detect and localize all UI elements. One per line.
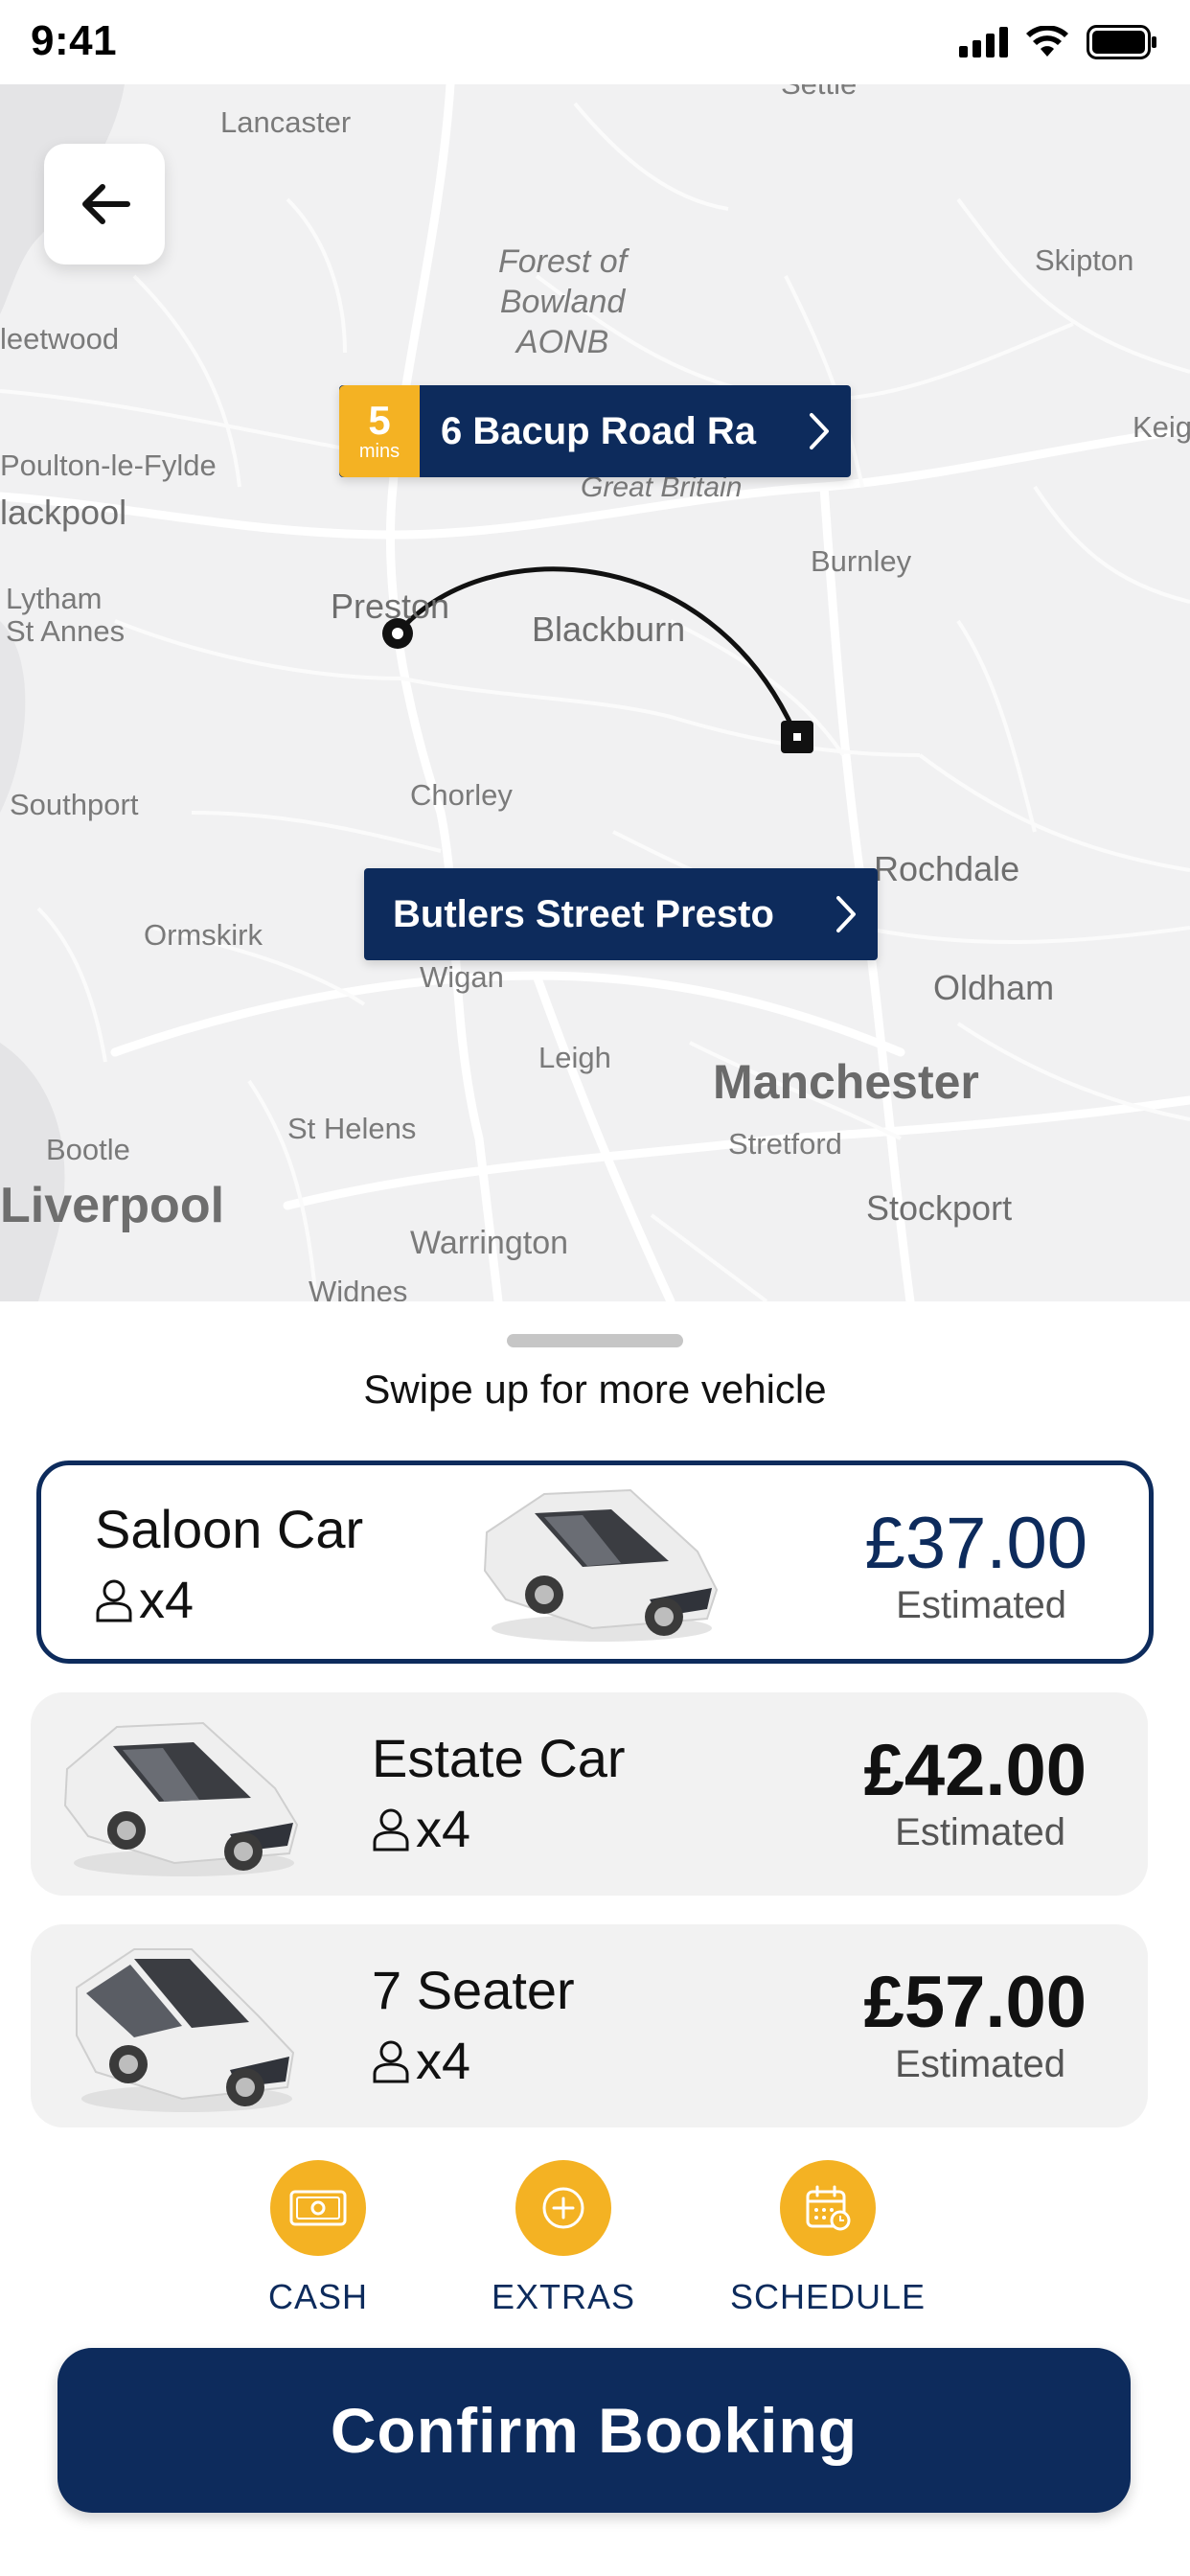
vehicle-price: £57.00 xyxy=(863,1962,1087,2043)
map-label: Widnes xyxy=(309,1275,408,1301)
map-label: Burnley xyxy=(811,544,912,578)
map-label: Lytham St Annes xyxy=(6,582,126,648)
cellular-signal-icon xyxy=(959,27,1008,58)
swipe-hint: Swipe up for more vehicle xyxy=(363,1367,827,1412)
passenger-capacity: x4 xyxy=(95,1571,194,1630)
chevron-right-icon xyxy=(836,896,856,932)
map-label: Rochdale xyxy=(874,849,1020,888)
map-label: Chorley xyxy=(410,778,513,812)
pickup-location-label[interactable]: 5 mins 6 Bacup Road Ra xyxy=(339,385,851,477)
vehicle-price: £42.00 xyxy=(863,1730,1087,1811)
wifi-icon xyxy=(1026,26,1068,57)
dropoff-location-label[interactable]: Butlers Street Presto xyxy=(364,868,878,960)
map-label: Manchester xyxy=(713,1055,979,1109)
confirm-booking-button[interactable]: Confirm Booking xyxy=(57,2348,1131,2513)
price-estimate-note: Estimated xyxy=(896,1584,1066,1626)
vehicle-name: Estate Car xyxy=(372,1728,626,1788)
person-icon xyxy=(373,1808,409,1852)
map-label: Leigh xyxy=(538,1041,611,1074)
passenger-capacity: x4 xyxy=(372,1800,470,1859)
schedule-button[interactable]: SCHEDULE xyxy=(722,2160,933,2317)
price-estimate-note: Estimated xyxy=(895,1811,1065,1853)
action-label: EXTRAS xyxy=(491,2277,636,2316)
map-label: Poulton-le-Fylde xyxy=(0,448,217,482)
estate-car-image xyxy=(63,1721,299,1876)
map-label: Wigan xyxy=(420,960,504,994)
vehicle-option-saloon[interactable]: Saloon Car x4 £37.00 Estimated xyxy=(36,1460,1154,1664)
capacity-value: x4 xyxy=(139,1572,195,1629)
map-label: Skipton xyxy=(1035,243,1134,277)
map-label: St Helens xyxy=(287,1112,417,1145)
saloon-car-image xyxy=(483,1488,719,1642)
eta-value: 5 xyxy=(368,398,391,443)
cash-icon xyxy=(270,2160,366,2256)
vehicle-price: £37.00 xyxy=(864,1503,1087,1584)
map-label: Oldham xyxy=(933,968,1055,1007)
action-label: CASH xyxy=(267,2277,369,2316)
eta-badge: 5 mins xyxy=(339,385,420,477)
map-label: Stretford xyxy=(728,1127,842,1161)
route-map[interactable]: Settle Lancaster Forest of Bowland AONB … xyxy=(0,84,1190,1301)
dropoff-address: Butlers Street Presto xyxy=(393,892,774,935)
map-label: Southport xyxy=(10,788,139,821)
map-label: Stockport xyxy=(866,1188,1013,1228)
map-label: leetwood xyxy=(0,322,120,356)
person-icon xyxy=(373,2040,409,2083)
calendar-icon xyxy=(780,2160,876,2256)
map-label: Settle xyxy=(781,84,857,102)
price-estimate-note: Estimated xyxy=(895,2043,1065,2085)
extras-button[interactable]: EXTRAS xyxy=(458,2160,669,2317)
map-label: Preston xyxy=(331,586,450,626)
plus-icon xyxy=(515,2160,611,2256)
arrow-left-icon xyxy=(82,184,130,224)
map-label: Blackburn xyxy=(532,610,686,649)
capacity-value: x4 xyxy=(416,2033,471,2090)
capacity-value: x4 xyxy=(416,1801,471,1858)
payment-cash-button[interactable]: CASH xyxy=(213,2160,423,2317)
map-label: Lancaster xyxy=(220,105,352,139)
back-button[interactable] xyxy=(44,144,165,264)
status-time: 9:41 xyxy=(31,17,118,64)
vehicle-name: Saloon Car xyxy=(95,1499,364,1559)
map-label: Keig xyxy=(1133,410,1190,444)
map-label: Liverpool xyxy=(0,1178,225,1233)
status-icons xyxy=(959,25,1157,59)
seven-seater-image xyxy=(76,1948,295,2112)
action-label: SCHEDULE xyxy=(729,2277,927,2316)
chevron-right-icon xyxy=(810,413,829,449)
eta-unit: mins xyxy=(358,441,400,462)
pickup-address: 6 Bacup Road Ra xyxy=(441,409,756,452)
battery-icon xyxy=(1087,25,1156,59)
vehicle-name: 7 Seater xyxy=(372,1960,575,2020)
passenger-capacity: x4 xyxy=(372,2032,470,2091)
vehicle-option-7-seater[interactable]: 7 Seater x4 £57.00 Estimated xyxy=(31,1924,1148,2128)
map-label: Forest of Bowland AONB xyxy=(498,243,628,360)
person-icon xyxy=(96,1579,132,1622)
map-label: Bootle xyxy=(46,1133,130,1166)
map-label: Ormskirk xyxy=(144,918,263,952)
status-bar: 9:41 xyxy=(0,0,1190,84)
sheet-grabber[interactable] xyxy=(507,1334,683,1347)
map-label: Warrington xyxy=(410,1225,569,1261)
map-label: lackpool xyxy=(0,493,127,532)
vehicle-option-estate[interactable]: Estate Car x4 £42.00 Estimated xyxy=(31,1692,1148,1896)
